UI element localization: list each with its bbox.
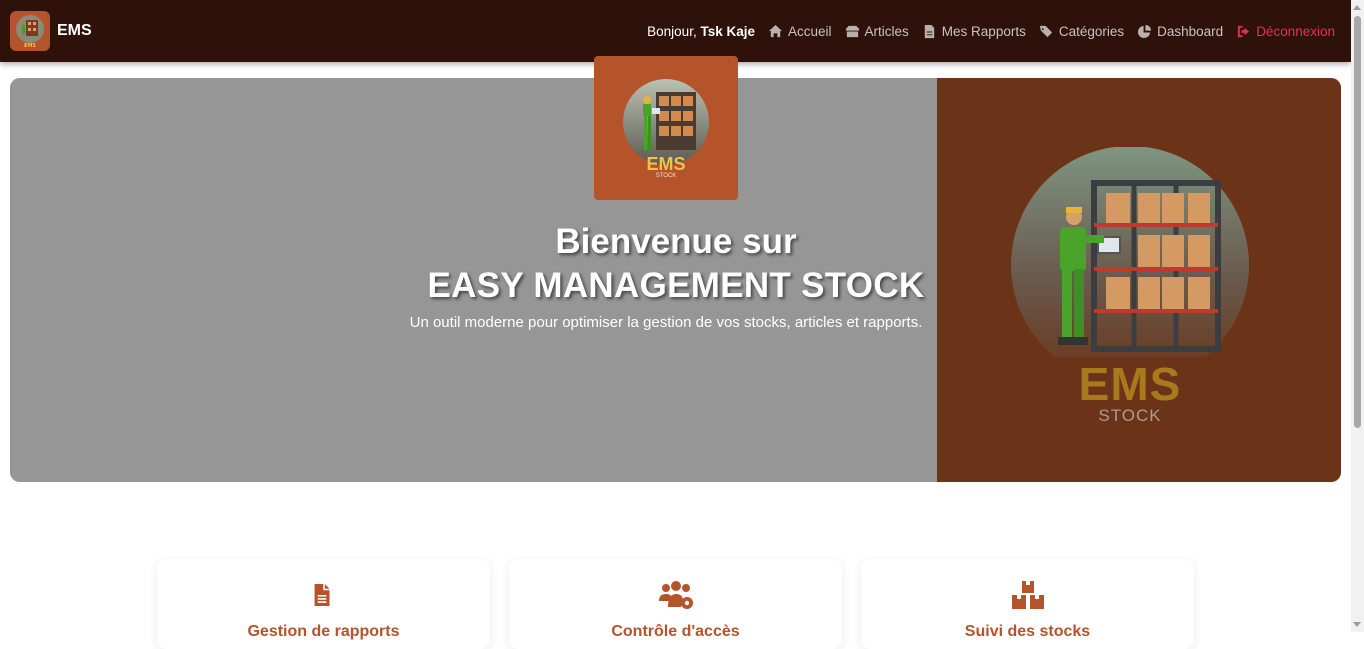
users-gear-icon <box>658 581 693 609</box>
nav-item-label: Articles <box>864 23 909 39</box>
top-navbar: EMS EMS Bonjour, Tsk Kaje Accueil Articl… <box>0 0 1351 62</box>
file-icon <box>924 24 934 38</box>
nav-item-categories[interactable]: Catégories <box>1039 24 1124 39</box>
greeting-prefix: Bonjour, <box>647 23 697 39</box>
logout-label: Déconnexion <box>1256 23 1335 39</box>
hero-side-illustration <box>1010 146 1250 384</box>
user-name: Tsk Kaje <box>700 23 755 39</box>
user-greeting: Bonjour, Tsk Kaje <box>647 24 755 39</box>
hero-subtitle: Un outil moderne pour optimiser la gesti… <box>409 314 923 331</box>
feature-card-acces[interactable]: Contrôle d'accès <box>509 559 842 649</box>
hero-title: Bienvenue sur EASY MANAGEMENT STOCK <box>406 220 946 308</box>
hero-logo: EMS STOCK <box>594 56 738 200</box>
chart-pie-icon <box>1138 24 1152 38</box>
file-lines-icon <box>314 584 329 606</box>
feature-title: Gestion de rapports <box>247 623 400 640</box>
nav-item-label: Accueil <box>788 23 832 39</box>
nav-item-mes-rapports[interactable]: Mes Rapports <box>922 24 1026 39</box>
hero-title-line2: EASY MANAGEMENT STOCK <box>427 266 925 305</box>
brand[interactable]: EMS EMS <box>10 11 92 51</box>
scrollbar-thumb[interactable] <box>1354 16 1361 428</box>
side-logo-subtext: STOCK <box>1098 406 1162 425</box>
nav-item-dashboard[interactable]: Dashboard <box>1137 24 1223 39</box>
nav-item-label: Catégories <box>1058 23 1125 39</box>
feature-title: Contrôle d'accès <box>611 623 740 640</box>
tags-icon <box>1039 25 1052 37</box>
feature-title: Suivi des stocks <box>964 623 1091 640</box>
nav-menu: Bonjour, Tsk Kaje Accueil Articles Mes R… <box>647 0 1335 62</box>
box-icon <box>845 25 859 37</box>
home-icon <box>768 24 783 37</box>
nav-item-label: Mes Rapports <box>941 23 1026 39</box>
boxes-icon <box>1011 581 1044 609</box>
scroll-down-arrow-icon[interactable] <box>1353 622 1361 627</box>
page-scrollbar[interactable] <box>1351 0 1364 632</box>
nav-item-accueil[interactable]: Accueil <box>768 24 832 39</box>
feature-card-rapports[interactable]: Gestion de rapports <box>157 559 490 649</box>
svg-text:EMS: EMS <box>24 43 36 49</box>
logout-icon <box>1238 25 1250 37</box>
hero-logo-text: EMS <box>646 154 686 174</box>
scroll-up-arrow-icon[interactable] <box>1353 5 1361 10</box>
feature-card-stocks[interactable]: Suivi des stocks <box>861 559 1194 649</box>
brand-name: EMS <box>57 22 92 39</box>
nav-item-label: Dashboard <box>1157 23 1224 39</box>
side-logo-text: EMS <box>1078 358 1182 410</box>
hero-logo-subtext: STOCK <box>655 173 677 179</box>
hero-title-line1: Bienvenue sur <box>555 222 797 261</box>
brand-logo: EMS <box>10 11 50 51</box>
logout-link[interactable]: Déconnexion <box>1236 24 1335 39</box>
nav-item-articles[interactable]: Articles <box>845 24 909 39</box>
